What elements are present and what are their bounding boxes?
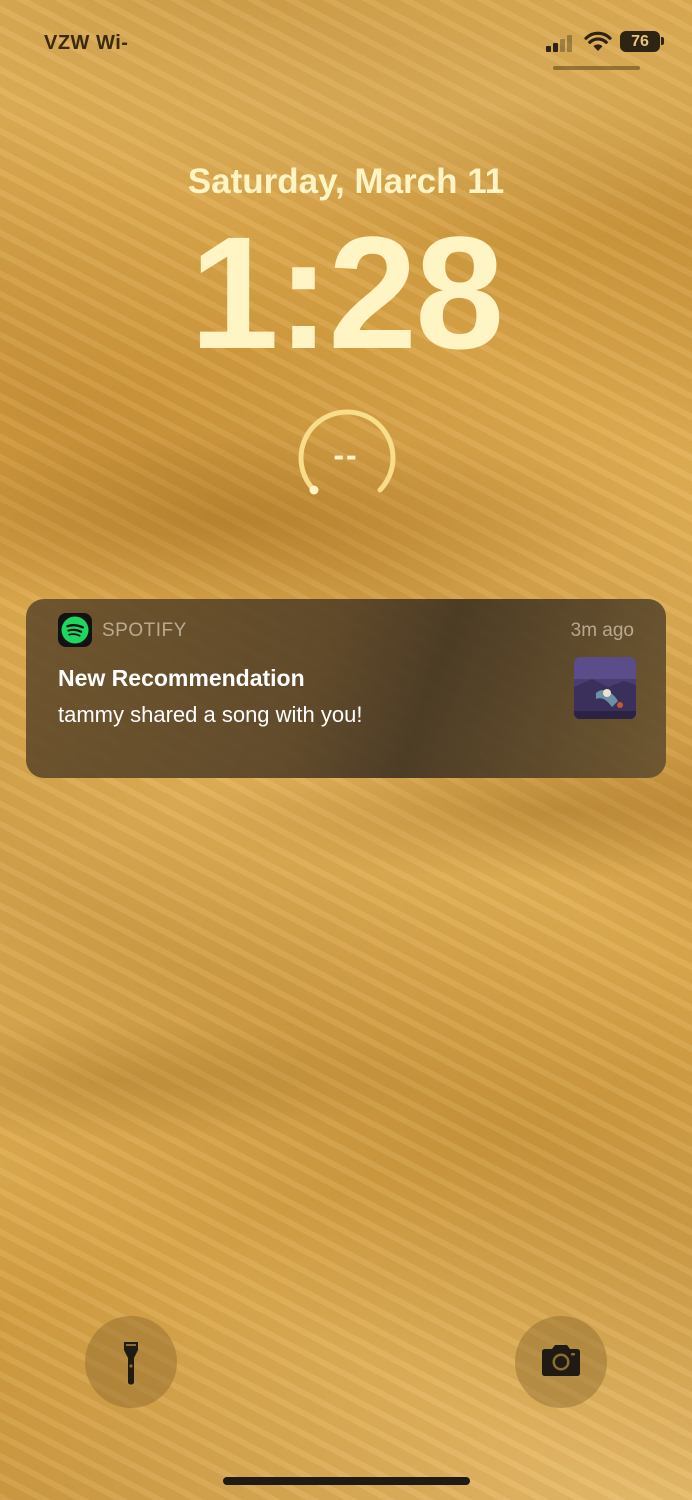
control-center-handle[interactable] <box>553 66 640 70</box>
cellular-signal-icon <box>546 34 576 52</box>
lock-date[interactable]: Saturday, March 11 <box>0 162 692 202</box>
status-bar: VZW Wi- 76 <box>0 0 692 80</box>
notification-title: New Recommendation <box>58 665 305 691</box>
album-art-thumbnail <box>574 657 636 719</box>
battery-indicator: 76 <box>620 31 660 52</box>
home-indicator[interactable] <box>223 1477 470 1485</box>
flashlight-button[interactable] <box>85 1316 177 1408</box>
battery-tip <box>661 37 664 45</box>
notification-body: tammy shared a song with you! <box>58 702 363 727</box>
camera-icon <box>542 1345 580 1376</box>
notification-time: 3m ago <box>570 620 634 641</box>
wifi-icon <box>584 30 612 52</box>
spotify-notification[interactable]: SPOTIFY 3m ago New Recommendation tammy … <box>26 599 666 778</box>
spotify-icon <box>58 613 92 647</box>
notification-app-name: SPOTIFY <box>102 620 187 641</box>
carrier-label: VZW Wi- <box>44 32 129 54</box>
lock-time[interactable]: 1:28 <box>0 208 692 378</box>
gauge-widget[interactable]: -- <box>292 407 400 503</box>
camera-button[interactable] <box>515 1316 607 1408</box>
gauge-value: -- <box>333 437 359 473</box>
flashlight-icon <box>124 1342 138 1385</box>
